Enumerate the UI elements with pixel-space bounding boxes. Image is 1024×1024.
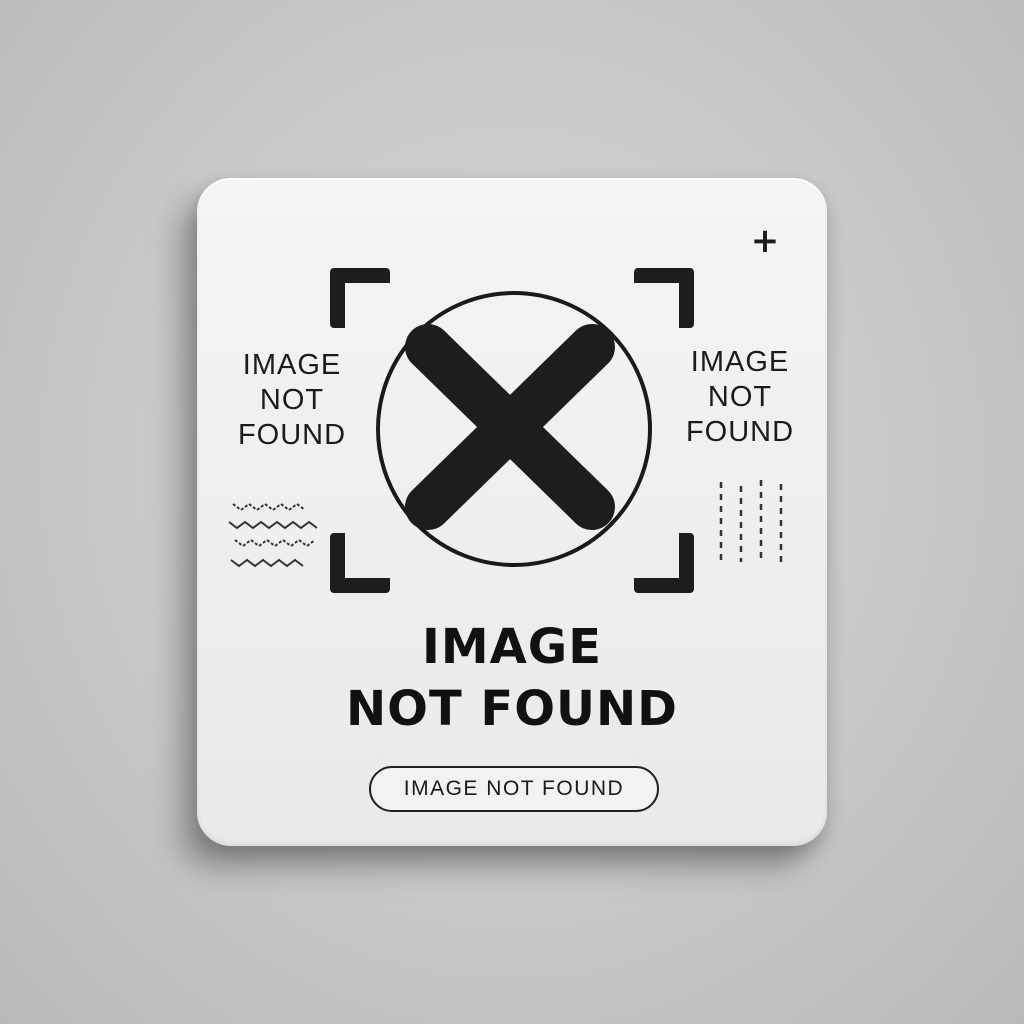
plus-icon[interactable]: + [742, 218, 788, 264]
image-not-found-card: + IMAGE NOT FOUND IMAGE NOT FOUND IMAGE … [197, 178, 827, 846]
side-label-left: IMAGE NOT FOUND [237, 349, 347, 451]
dashed-lines-pattern-icon [719, 480, 783, 562]
title-line-1: IMAGE [422, 619, 602, 675]
x-circle-icon [376, 291, 652, 567]
page-title: IMAGE NOT FOUND [257, 616, 767, 740]
side-label-right: IMAGE NOT FOUND [685, 346, 795, 448]
zigzag-pattern-icon [228, 502, 318, 568]
title-line-2: NOT FOUND [345, 681, 678, 737]
image-not-found-pill-button[interactable]: IMAGE NOT FOUND [369, 766, 659, 812]
